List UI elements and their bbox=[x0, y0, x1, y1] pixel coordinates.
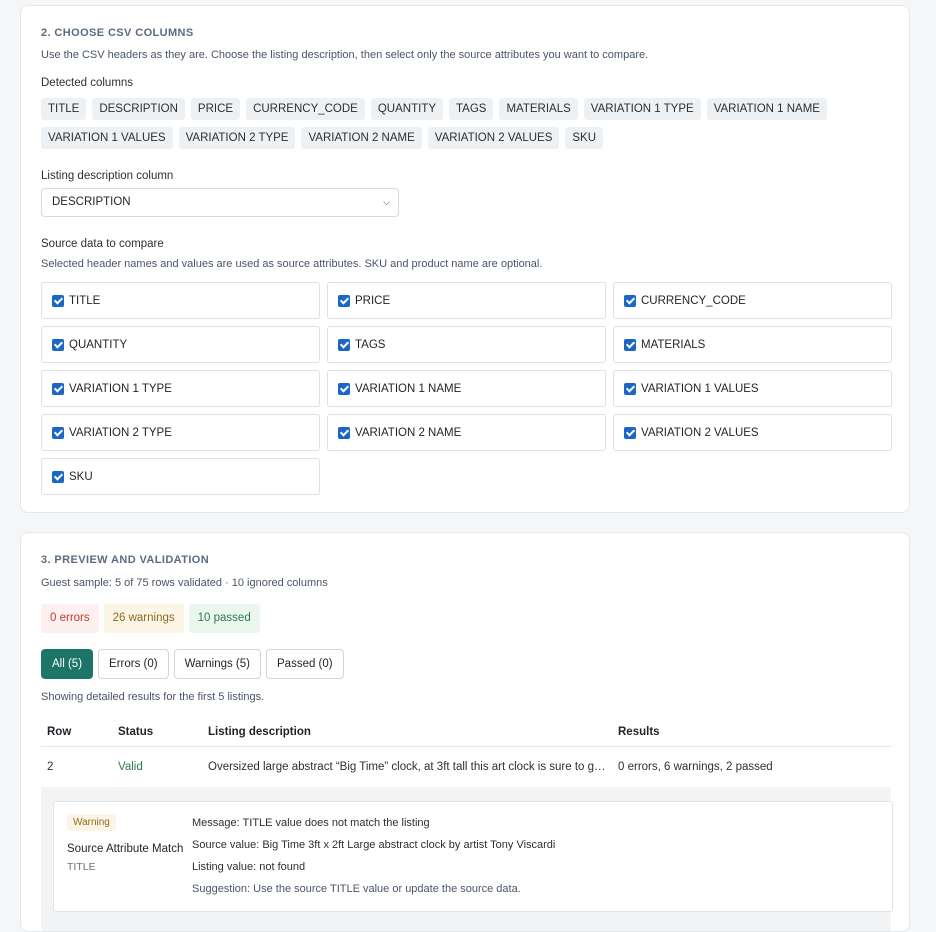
source-checkbox-variation-1-name[interactable]: VARIATION 1 NAME bbox=[327, 370, 606, 407]
header-status: Status bbox=[118, 725, 154, 738]
chevron-down-icon: ⌵ bbox=[383, 197, 390, 207]
checkbox-checked-icon[interactable] bbox=[338, 382, 350, 395]
column-chip: TAGS bbox=[449, 98, 494, 120]
issue-listing-value: Listing value: not found bbox=[192, 861, 306, 873]
row-results: 0 errors, 6 warnings, 2 passed bbox=[618, 761, 773, 773]
source-checkbox-currency-code[interactable]: CURRENCY_CODE bbox=[613, 282, 892, 319]
row-status: Valid bbox=[118, 761, 143, 773]
result-badges: 0 errors 26 warnings 10 passed bbox=[41, 604, 260, 633]
row-number: 2 bbox=[47, 761, 54, 773]
checkbox-label: SKU bbox=[69, 470, 93, 483]
source-checkbox-title[interactable]: TITLE bbox=[41, 282, 320, 319]
checkbox-label: QUANTITY bbox=[69, 338, 128, 351]
checkbox-label: VARIATION 1 TYPE bbox=[69, 382, 172, 395]
checkbox-checked-icon[interactable] bbox=[52, 294, 64, 307]
column-chip: VARIATION 2 TYPE bbox=[178, 127, 296, 149]
checkbox-label: VARIATION 2 NAME bbox=[355, 426, 462, 439]
checkbox-checked-icon[interactable] bbox=[624, 426, 636, 439]
column-chip: PRICE bbox=[190, 98, 241, 120]
section-help: Use the CSV headers as they are. Choose … bbox=[41, 49, 649, 61]
issue-card: Warning Source Attribute Match TITLE Mes… bbox=[53, 801, 893, 912]
checkbox-checked-icon[interactable] bbox=[624, 294, 636, 307]
source-checkbox-quantity[interactable]: QUANTITY bbox=[41, 326, 320, 363]
checkbox-label: VARIATION 2 VALUES bbox=[641, 426, 759, 439]
checkbox-checked-icon[interactable] bbox=[338, 294, 350, 307]
description-column-label: Listing description column bbox=[41, 170, 174, 182]
issue-suggestion: Suggestion: Use the source TITLE value o… bbox=[192, 883, 521, 895]
filter-passed-button[interactable]: Passed (0) bbox=[266, 649, 344, 679]
checkbox-label: TITLE bbox=[69, 294, 101, 307]
checkbox-checked-icon[interactable] bbox=[52, 382, 64, 395]
column-chip: VARIATION 1 VALUES bbox=[41, 127, 173, 149]
choose-columns-card: 2. CHOOSE CSV COLUMNS Use the CSV header… bbox=[20, 5, 910, 513]
source-checkbox-variation-2-values[interactable]: VARIATION 2 VALUES bbox=[613, 414, 892, 451]
section-title: 2. CHOOSE CSV COLUMNS bbox=[41, 27, 194, 39]
checkbox-checked-icon[interactable] bbox=[624, 382, 636, 395]
column-chip: VARIATION 2 VALUES bbox=[427, 127, 560, 149]
errors-badge: 0 errors bbox=[41, 604, 99, 633]
warnings-badge: 26 warnings bbox=[103, 604, 184, 633]
table-row[interactable]: 2 Valid Oversized large abstract “Big Ti… bbox=[41, 747, 891, 787]
row-description: Oversized large abstract “Big Time” cloc… bbox=[208, 761, 610, 773]
table-header: Row Status Listing description Results bbox=[41, 717, 891, 747]
checkbox-label: VARIATION 2 TYPE bbox=[69, 426, 172, 439]
section-title: 3. PREVIEW AND VALIDATION bbox=[41, 554, 210, 566]
validation-summary: Guest sample: 5 of 75 rows validated · 1… bbox=[41, 577, 328, 589]
passed-badge: 10 passed bbox=[188, 604, 260, 633]
checkbox-label: MATERIALS bbox=[641, 338, 706, 351]
filter-all-button[interactable]: All (5) bbox=[41, 649, 94, 679]
row-detail-panel: Warning Source Attribute Match TITLE Mes… bbox=[41, 787, 893, 931]
source-data-label: Source data to compare bbox=[41, 238, 164, 250]
checkbox-label: VARIATION 1 NAME bbox=[355, 382, 462, 395]
source-data-help: Selected header names and values are use… bbox=[41, 258, 543, 270]
column-chip: VARIATION 2 NAME bbox=[301, 127, 422, 149]
column-chip: DESCRIPTION bbox=[92, 98, 185, 120]
checkbox-checked-icon[interactable] bbox=[52, 426, 64, 439]
checkbox-checked-icon[interactable] bbox=[624, 338, 636, 351]
warning-badge: Warning bbox=[67, 814, 116, 831]
issue-message: Message: TITLE value does not match the … bbox=[192, 817, 430, 829]
result-filter-tabs: All (5) Errors (0) Warnings (5) Passed (… bbox=[41, 649, 344, 679]
select-value: DESCRIPTION bbox=[52, 196, 131, 208]
checkbox-label: PRICE bbox=[355, 294, 391, 307]
header-results: Results bbox=[618, 725, 660, 738]
preview-validation-card: 3. PREVIEW AND VALIDATION Guest sample: … bbox=[20, 532, 910, 932]
description-column-select[interactable]: DESCRIPTION ⌵ bbox=[41, 188, 399, 217]
source-checkbox-variation-2-type[interactable]: VARIATION 2 TYPE bbox=[41, 414, 320, 451]
source-checkbox-materials[interactable]: MATERIALS bbox=[613, 326, 892, 363]
checkbox-label: VARIATION 1 VALUES bbox=[641, 382, 759, 395]
checkbox-checked-icon[interactable] bbox=[52, 470, 64, 483]
source-checkbox-sku[interactable]: SKU bbox=[41, 458, 320, 495]
column-chip: SKU bbox=[565, 127, 604, 149]
column-chip: CURRENCY_CODE bbox=[246, 98, 365, 120]
source-checkbox-tags[interactable]: TAGS bbox=[327, 326, 606, 363]
results-table: Row Status Listing description Results 2… bbox=[41, 717, 891, 787]
showing-note: Showing detailed results for the first 5… bbox=[41, 691, 265, 703]
check-name: Source Attribute Match bbox=[67, 843, 184, 855]
column-chip: TITLE bbox=[41, 98, 87, 120]
detected-columns-label: Detected columns bbox=[41, 77, 134, 89]
source-checkbox-variation-2-name[interactable]: VARIATION 2 NAME bbox=[327, 414, 606, 451]
filter-errors-button[interactable]: Errors (0) bbox=[98, 649, 169, 679]
source-checkbox-variation-1-values[interactable]: VARIATION 1 VALUES bbox=[613, 370, 892, 407]
column-chip: VARIATION 1 TYPE bbox=[583, 98, 701, 120]
checkbox-checked-icon[interactable] bbox=[52, 338, 64, 351]
check-attribute: TITLE bbox=[67, 861, 96, 873]
header-row: Row bbox=[47, 725, 72, 738]
checkbox-label: CURRENCY_CODE bbox=[641, 294, 746, 307]
column-chip: QUANTITY bbox=[370, 98, 443, 120]
source-checkbox-grid: TITLE PRICE CURRENCY_CODE QUANTITY TAGS … bbox=[41, 282, 892, 495]
column-chip: VARIATION 1 NAME bbox=[706, 98, 827, 120]
checkbox-label: TAGS bbox=[355, 338, 386, 351]
source-checkbox-price[interactable]: PRICE bbox=[327, 282, 606, 319]
column-chip: MATERIALS bbox=[499, 98, 578, 120]
detected-columns-list: TITLE DESCRIPTION PRICE CURRENCY_CODE QU… bbox=[41, 98, 891, 149]
source-checkbox-variation-1-type[interactable]: VARIATION 1 TYPE bbox=[41, 370, 320, 407]
issue-source-value: Source value: Big Time 3ft x 2ft Large a… bbox=[192, 839, 556, 851]
checkbox-checked-icon[interactable] bbox=[338, 426, 350, 439]
checkbox-checked-icon[interactable] bbox=[338, 338, 350, 351]
header-description: Listing description bbox=[208, 725, 311, 738]
filter-warnings-button[interactable]: Warnings (5) bbox=[173, 649, 261, 679]
